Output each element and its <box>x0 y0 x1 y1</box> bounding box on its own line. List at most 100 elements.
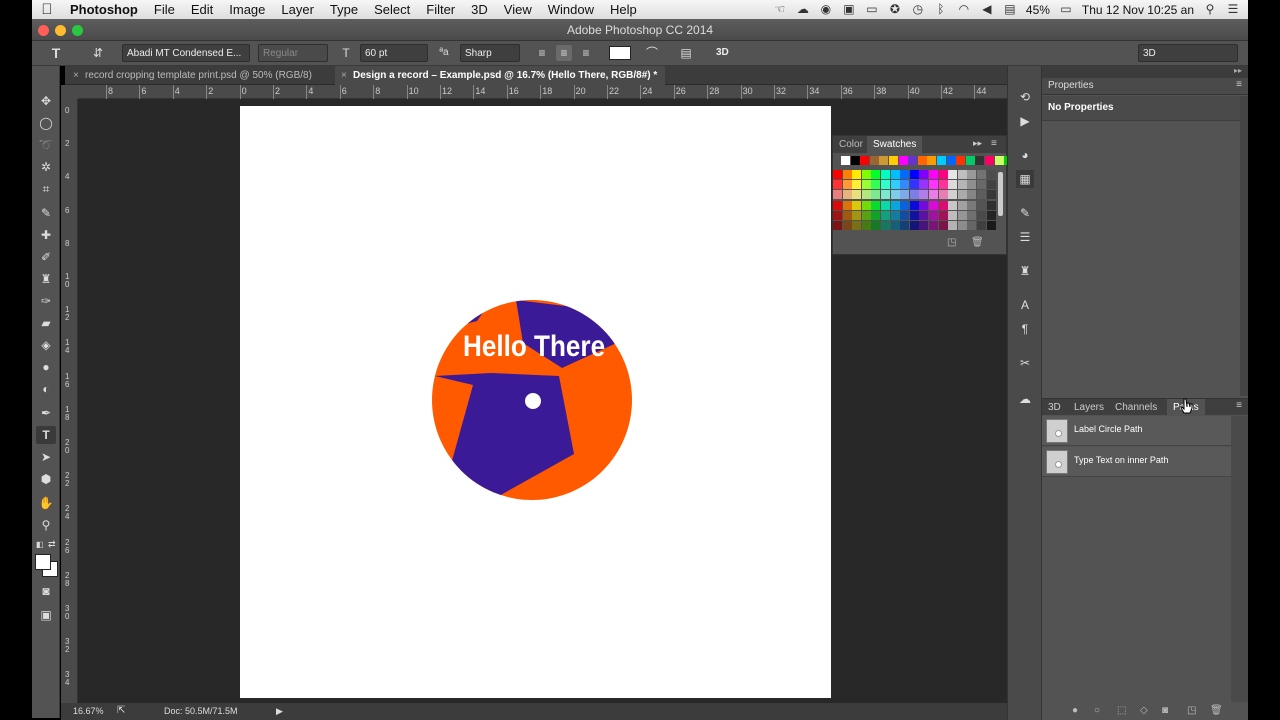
swatch[interactable] <box>909 210 919 220</box>
close-tab-icon[interactable]: × <box>341 66 347 85</box>
swatch[interactable] <box>890 200 900 210</box>
shape-tool-icon[interactable]: ⬢ <box>36 470 56 488</box>
menu-help[interactable]: Help <box>602 2 645 17</box>
antialias-select[interactable]: Sharp <box>460 44 520 62</box>
swatch[interactable] <box>967 210 977 220</box>
document-tab[interactable]: × record cropping template print.psd @ 5… <box>67 66 339 85</box>
swatch[interactable] <box>900 190 910 200</box>
swatch[interactable] <box>909 200 919 210</box>
export-icon[interactable]: ⇱ <box>117 705 125 716</box>
align-center-icon[interactable]: ≡ <box>556 45 572 61</box>
menu-image[interactable]: Image <box>221 2 273 17</box>
ruler-corner[interactable] <box>61 85 78 99</box>
swatch[interactable] <box>948 221 958 230</box>
dodge-tool-icon[interactable]: ◐ <box>36 380 56 398</box>
swatches-scrollbar[interactable] <box>998 172 1003 216</box>
swatch[interactable] <box>938 200 948 210</box>
swatch[interactable] <box>890 170 900 179</box>
stroke-path-icon[interactable]: ○ <box>1094 705 1100 716</box>
align-right-icon[interactable]: ≡ <box>578 45 594 61</box>
new-path-icon[interactable]: ◳ <box>1187 705 1196 716</box>
swatch[interactable] <box>871 210 881 220</box>
swatch[interactable] <box>881 170 890 179</box>
screen-mode-icon[interactable]: ▣ <box>36 606 56 624</box>
character-panel-icon[interactable]: ▤ <box>678 45 694 61</box>
swatch[interactable] <box>938 170 948 179</box>
properties-scrollbar[interactable] <box>1240 96 1248 396</box>
swatch[interactable] <box>898 156 908 165</box>
collapse-dock-icon[interactable]: ▸▸ <box>1234 66 1242 75</box>
swatch[interactable] <box>900 170 910 179</box>
hand-tool-icon[interactable]: ✋ <box>36 494 56 512</box>
swatch[interactable] <box>890 221 900 230</box>
spotlight-search-icon[interactable]: ⚲ <box>1203 3 1217 16</box>
swatch[interactable] <box>850 156 860 165</box>
document-canvas[interactable]: Hello There <box>240 106 831 698</box>
swatch[interactable] <box>908 156 918 165</box>
properties-title[interactable]: Properties <box>1048 80 1094 91</box>
swatch[interactable] <box>842 210 852 220</box>
panel-menu-icon[interactable]: ≡ <box>1236 400 1242 411</box>
delete-swatch-icon[interactable]: 🗑 <box>971 237 984 248</box>
collapse-panel-icon[interactable]: ▸▸ <box>973 138 982 149</box>
healing-brush-tool-icon[interactable]: ✚ <box>36 226 56 244</box>
swatch[interactable] <box>986 221 996 230</box>
libraries-icon[interactable]: ☁ <box>1016 390 1034 408</box>
swatch[interactable] <box>879 156 889 165</box>
align-left-icon[interactable]: ≡ <box>534 45 550 61</box>
tab-swatches[interactable]: Swatches <box>867 136 923 153</box>
swatch[interactable] <box>833 210 842 220</box>
swatch[interactable] <box>986 190 996 200</box>
menu-3d[interactable]: 3D <box>463 2 496 17</box>
swatch[interactable] <box>900 200 910 210</box>
swatch[interactable] <box>909 170 919 179</box>
swatch[interactable] <box>852 221 862 230</box>
default-colors-icon[interactable]: ◧ <box>36 540 44 549</box>
paint-bucket-tool-icon[interactable]: ◈ <box>36 336 56 354</box>
swatch[interactable] <box>938 190 948 200</box>
type-tool-icon[interactable]: T <box>36 426 56 444</box>
magic-wand-tool-icon[interactable]: ✲ <box>36 158 56 176</box>
swatch[interactable] <box>967 200 977 210</box>
status-menu-arrow-icon[interactable]: ▶ <box>276 706 283 717</box>
swatch[interactable] <box>919 170 929 179</box>
font-family-select[interactable]: Abadi MT Condensed E... <box>122 44 250 62</box>
vertical-ruler[interactable]: 0 2 4 6 8 1 0 1 2 1 4 1 6 1 8 2 0 2 2 2 4 2 6 2 8 3 0 3 … <box>61 99 78 703</box>
eraser-tool-icon[interactable]: ▰ <box>36 314 56 332</box>
swatch[interactable] <box>965 156 975 165</box>
notification-center-icon[interactable]: ☰ <box>1226 3 1240 16</box>
swatch[interactable] <box>900 221 910 230</box>
3d-button[interactable]: 3D <box>716 44 729 62</box>
swatch[interactable] <box>977 221 986 230</box>
input-icon[interactable]: ▤ <box>1003 3 1017 16</box>
swatch[interactable] <box>986 180 996 190</box>
menu-type[interactable]: Type <box>322 2 366 17</box>
tab-color[interactable]: Color <box>839 139 863 150</box>
accessibility-icon[interactable]: ✪ <box>888 3 902 16</box>
text-color-swatch[interactable] <box>609 46 631 60</box>
eyedropper-tool-icon[interactable]: ✎ <box>36 204 56 222</box>
menu-view[interactable]: View <box>496 2 540 17</box>
swatch[interactable] <box>948 180 958 190</box>
marquee-tool-icon[interactable]: ◯ <box>36 114 56 132</box>
crop-tool-icon[interactable]: ⌗ <box>36 180 56 198</box>
zoom-level[interactable]: 16.67% <box>73 706 104 716</box>
swatch[interactable] <box>929 190 938 200</box>
adjustments-icon[interactable]: ☰ <box>1016 228 1034 246</box>
brush-tool-icon[interactable]: ✐ <box>36 248 56 266</box>
swatch[interactable] <box>909 180 919 190</box>
swatch[interactable] <box>977 180 986 190</box>
swatch[interactable] <box>881 190 890 200</box>
swatch[interactable] <box>927 156 937 165</box>
display-icon[interactable]: ▭ <box>865 3 879 16</box>
battery-percent[interactable]: 45% <box>1026 3 1050 17</box>
record-label-text[interactable]: Hello There <box>463 329 605 362</box>
swatch[interactable] <box>881 221 890 230</box>
swatches-icon[interactable]: ▦ <box>1016 170 1034 188</box>
swatch[interactable] <box>900 180 910 190</box>
swatch[interactable] <box>909 221 919 230</box>
add-mask-icon[interactable]: ◙ <box>1162 705 1168 716</box>
swatch[interactable] <box>842 200 852 210</box>
paragraph-icon[interactable]: ¶ <box>1016 320 1034 338</box>
swatch[interactable] <box>929 221 938 230</box>
